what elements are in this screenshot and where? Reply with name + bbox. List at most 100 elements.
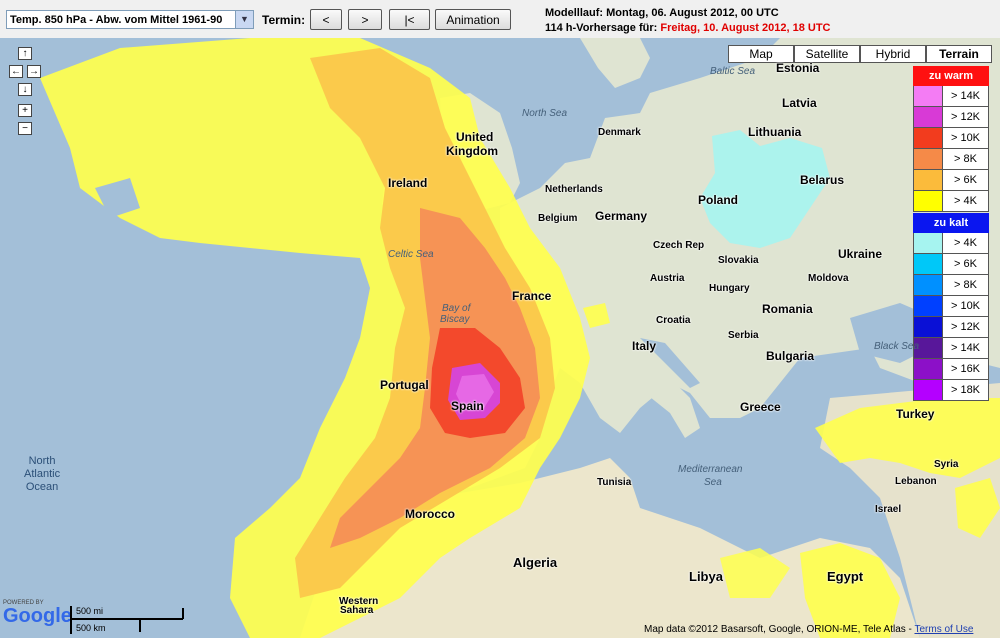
legend-swatch <box>914 254 943 274</box>
legend-warm-list: > 14K > 12K > 10K > 8K > 6K > 4K <box>913 86 989 212</box>
pan-down-button[interactable]: ↓ <box>18 83 32 96</box>
legend-row: > 6K <box>913 170 989 191</box>
legend-row: > 4K <box>913 233 989 254</box>
place-label: Italy <box>632 339 657 353</box>
maptype-hybrid-button[interactable]: Hybrid <box>860 45 926 63</box>
place-label: Bulgaria <box>766 349 815 363</box>
pan-up-button[interactable]: ↑ <box>18 47 32 60</box>
place-label: Algeria <box>513 555 558 570</box>
maptype-terrain-button[interactable]: Terrain <box>926 45 992 63</box>
legend-row: > 6K <box>913 254 989 275</box>
forecast-line: 114 h-Vorhersage für: Freitag, 10. Augus… <box>545 22 831 34</box>
place-label: Ukraine <box>838 247 883 261</box>
place-label: Israel <box>875 504 902 515</box>
legend-warm-title: zu warm <box>913 66 989 86</box>
place-label: Sahara <box>340 605 374 616</box>
scale-mi-label: 500 mi <box>76 606 104 616</box>
legend-swatch <box>914 296 943 316</box>
legend-label: > 12K <box>950 321 981 333</box>
place-label: Egypt <box>827 569 864 584</box>
sea-label: Bay of <box>442 303 471 314</box>
chevron-down-icon[interactable]: ▼ <box>235 11 253 28</box>
legend-swatch <box>914 380 943 400</box>
legend-swatch <box>914 275 943 295</box>
anomaly-legend: zu warm > 14K > 12K > 10K > 8K > 6K > 4K zu k… <box>913 66 989 401</box>
legend-label: > 10K <box>950 300 981 312</box>
legend-swatch <box>914 191 943 211</box>
sea-label: Mediterranean <box>678 464 743 475</box>
pan-right-button[interactable]: → <box>27 65 41 78</box>
pan-left-button[interactable]: ← <box>9 65 23 78</box>
legend-row: > 10K <box>913 296 989 317</box>
legend-row: > 18K <box>913 380 989 401</box>
zoom-in-button[interactable]: + <box>18 104 32 117</box>
legend-label: > 14K <box>950 342 981 354</box>
ocean-label-line: North <box>28 455 56 467</box>
terms-of-use-link[interactable]: Terms of Use <box>914 624 973 635</box>
map-canvas[interactable]: ↑ ← → ↓ + − Map Satellite Hybrid Terrain… <box>0 38 1000 638</box>
legend-row: > 8K <box>913 149 989 170</box>
place-label: Greece <box>740 400 781 414</box>
legend-row: > 12K <box>913 317 989 338</box>
place-label: Ireland <box>388 176 428 190</box>
legend-label: > 8K <box>954 279 977 291</box>
legend-cold-title: zu kalt <box>913 213 989 233</box>
place-label: Belarus <box>800 173 845 187</box>
sea-label: Black Sea <box>874 341 920 352</box>
parameter-select[interactable]: Temp. 850 hPa - Abw. vom Mittel 1961-90 … <box>6 10 254 29</box>
next-button[interactable]: > <box>348 9 382 30</box>
legend-row: > 4K <box>913 191 989 212</box>
place-label: Estonia <box>776 61 820 75</box>
place-label: Denmark <box>598 127 641 138</box>
ocean-label-line: Atlantic <box>24 468 61 480</box>
first-button[interactable]: |< <box>389 9 430 30</box>
place-label: Tunisia <box>597 477 632 488</box>
place-label: Romania <box>762 302 813 316</box>
animation-button[interactable]: Animation <box>435 9 511 30</box>
place-label: Poland <box>698 193 739 207</box>
place-label: United <box>456 130 494 144</box>
zoom-out-button[interactable]: − <box>18 122 32 135</box>
legend-label: > 10K <box>950 132 981 144</box>
scale-km-label: 500 km <box>76 623 106 633</box>
legend-label: > 16K <box>950 363 981 375</box>
model-run-text: Modelllauf: Montag, 06. August 2012, 00 … <box>545 7 779 19</box>
place-label: Lebanon <box>895 476 937 487</box>
previous-button[interactable]: < <box>310 9 342 30</box>
legend-swatch <box>914 170 943 190</box>
place-label: Serbia <box>728 330 759 341</box>
place-label: Portugal <box>380 378 429 392</box>
forecast-date: Freitag, 10. August 2012, 18 UTC <box>660 22 831 34</box>
sea-label: Sea <box>704 477 722 488</box>
sea-label: North Sea <box>522 108 568 119</box>
place-label: France <box>512 289 552 303</box>
place-label: Moldova <box>808 273 849 284</box>
place-label: Austria <box>650 273 685 284</box>
ocean-label: North Atlantic Ocean <box>24 455 60 494</box>
place-label: Czech Rep <box>653 240 705 251</box>
legend-label: > 6K <box>954 258 977 270</box>
legend-label: > 4K <box>954 195 977 207</box>
legend-label: > 6K <box>954 174 977 186</box>
logo-google-text: Google <box>3 605 72 627</box>
legend-swatch <box>914 128 943 148</box>
place-label: Netherlands <box>545 184 603 195</box>
sea-label: Biscay <box>440 314 470 325</box>
place-label: Lithuania <box>748 125 802 139</box>
place-label: Slovakia <box>718 255 759 266</box>
place-label: Belgium <box>538 213 578 224</box>
termin-label: Termin: <box>262 13 306 27</box>
legend-swatch <box>914 359 943 379</box>
legend-swatch <box>914 233 943 253</box>
legend-swatch <box>914 86 943 106</box>
place-label: Croatia <box>656 315 691 326</box>
place-label: Latvia <box>782 96 817 110</box>
legend-label: > 12K <box>950 111 981 123</box>
legend-label: > 14K <box>950 90 981 102</box>
legend-row: > 10K <box>913 128 989 149</box>
forecast-prefix: 114 h-Vorhersage für: <box>545 22 658 34</box>
map-base <box>0 38 1000 638</box>
legend-label: > 4K <box>954 237 977 249</box>
place-label: Spain <box>451 399 484 413</box>
google-logo[interactable]: POWERED BY Google <box>3 600 72 626</box>
